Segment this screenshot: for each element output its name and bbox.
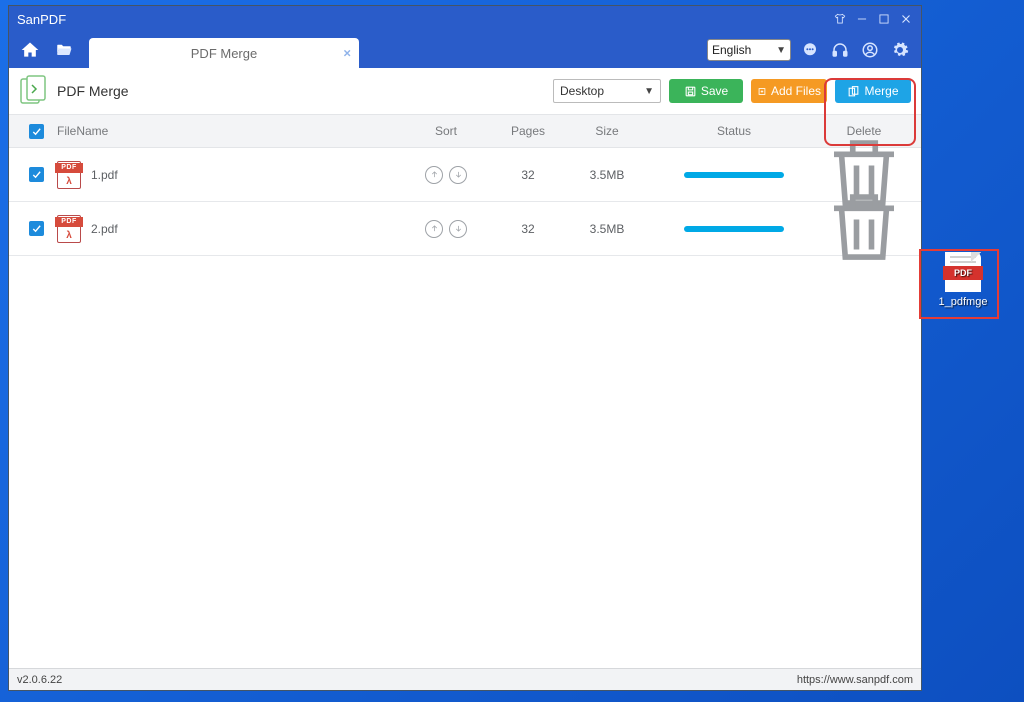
page-title: PDF Merge xyxy=(57,83,129,99)
file-pages: 32 xyxy=(491,168,565,182)
maximize-icon[interactable] xyxy=(873,8,895,30)
headphones-icon[interactable] xyxy=(829,39,851,61)
content-area: PDF Merge Desktop ▼ Save Add Files Merge xyxy=(9,68,921,690)
tab-label: PDF Merge xyxy=(191,46,257,61)
merge-label: Merge xyxy=(864,84,898,98)
file-name: 1.pdf xyxy=(91,168,118,182)
progress-bar xyxy=(684,226,784,232)
desktop-file-icon[interactable]: PDF 1_pdfmge xyxy=(928,252,998,308)
home-icon[interactable] xyxy=(15,35,45,65)
titlebar: SanPDF xyxy=(9,6,921,32)
tshirt-icon[interactable] xyxy=(829,8,851,30)
pdf-file-icon: PDF λ xyxy=(57,161,81,189)
col-filename: FileName xyxy=(51,124,401,138)
pdf-merge-icon xyxy=(19,75,47,107)
table-row: PDF λ 1.pdf 32 3.5MB xyxy=(9,148,921,202)
col-size: Size xyxy=(565,124,649,138)
language-select[interactable]: English ▼ xyxy=(707,39,791,61)
row-checkbox[interactable] xyxy=(29,221,44,236)
file-size: 3.5MB xyxy=(565,168,649,182)
save-button[interactable]: Save xyxy=(669,79,743,103)
add-files-button[interactable]: Add Files xyxy=(751,79,827,103)
row-checkbox[interactable] xyxy=(29,167,44,182)
action-row: PDF Merge Desktop ▼ Save Add Files Merge xyxy=(9,68,921,114)
file-pages: 32 xyxy=(491,222,565,236)
move-down-button[interactable] xyxy=(449,166,467,184)
app-window: SanPDF PDF Merge × English ▼ xyxy=(8,5,922,691)
move-up-button[interactable] xyxy=(425,220,443,238)
pdf-document-icon: PDF xyxy=(945,252,981,292)
version-label: v2.0.6.22 xyxy=(17,674,62,686)
file-size: 3.5MB xyxy=(565,222,649,236)
destination-value: Desktop xyxy=(560,84,604,98)
chat-icon[interactable] xyxy=(799,39,821,61)
tab-pdf-merge[interactable]: PDF Merge × xyxy=(89,38,359,68)
window-title: SanPDF xyxy=(17,12,66,27)
user-icon[interactable] xyxy=(859,39,881,61)
desktop-file-label: 1_pdfmge xyxy=(939,296,988,308)
open-folder-icon[interactable] xyxy=(49,35,79,65)
dropdown-arrow-icon: ▼ xyxy=(644,86,654,97)
file-name: 2.pdf xyxy=(91,222,118,236)
pdf-file-icon: PDF λ xyxy=(57,215,81,243)
dropdown-arrow-icon: ▼ xyxy=(776,45,786,56)
col-sort: Sort xyxy=(401,124,491,138)
move-up-button[interactable] xyxy=(425,166,443,184)
progress-bar xyxy=(684,172,784,178)
table-header: FileName Sort Pages Size Status Delete xyxy=(9,114,921,148)
tab-close-icon[interactable]: × xyxy=(343,46,351,61)
save-label: Save xyxy=(701,84,728,98)
language-value: English xyxy=(712,43,751,57)
select-all-checkbox[interactable] xyxy=(29,124,44,139)
add-files-label: Add Files xyxy=(771,84,821,98)
col-pages: Pages xyxy=(491,124,565,138)
table-row: PDF λ 2.pdf 32 3.5MB xyxy=(9,202,921,256)
gear-icon[interactable] xyxy=(889,39,911,61)
destination-select[interactable]: Desktop ▼ xyxy=(553,79,661,103)
minimize-icon[interactable] xyxy=(851,8,873,30)
website-link[interactable]: https://www.sanpdf.com xyxy=(797,674,913,686)
toolbar: PDF Merge × English ▼ xyxy=(9,32,921,68)
statusbar: v2.0.6.22 https://www.sanpdf.com xyxy=(9,668,921,690)
close-icon[interactable] xyxy=(895,8,917,30)
merge-button[interactable]: Merge xyxy=(835,79,911,103)
move-down-button[interactable] xyxy=(449,220,467,238)
col-status: Status xyxy=(649,124,819,138)
